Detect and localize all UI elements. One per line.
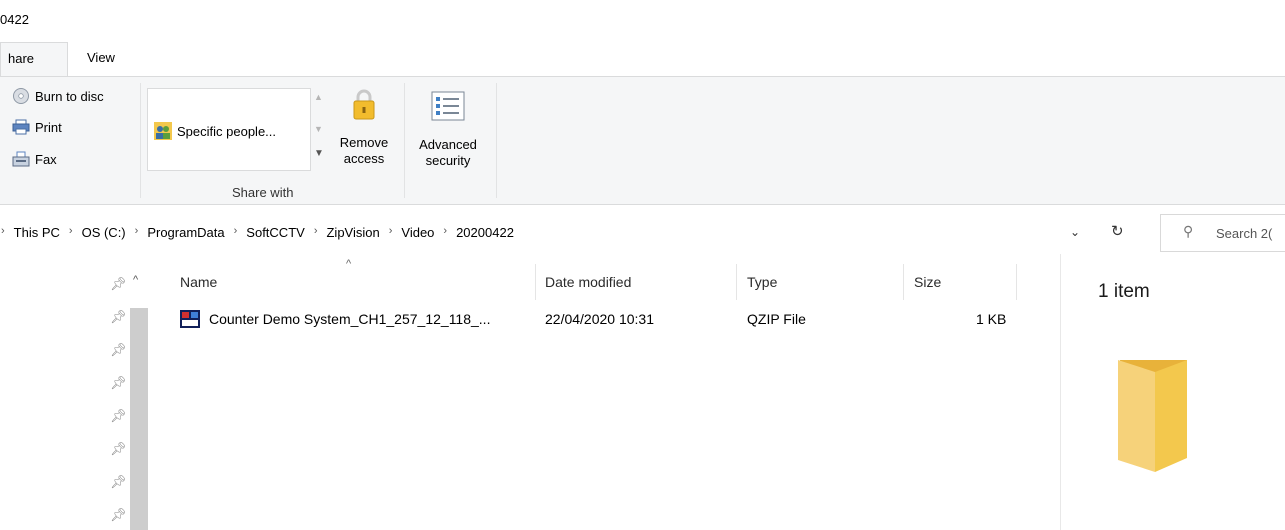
remove-access-line2: access bbox=[343, 151, 385, 166]
chevron-right-icon[interactable]: › bbox=[1, 225, 5, 240]
remove-access-button[interactable]: Remove access bbox=[333, 87, 395, 167]
navigation-pane: 📌︎ ^ 📌︎ 📌︎ 📌︎ 📌︎ 📌︎ 📌︎ 📌︎ bbox=[0, 254, 150, 530]
lock-icon bbox=[353, 89, 375, 120]
details-pane: 1 item bbox=[1060, 254, 1285, 530]
search-icon: ⚲ bbox=[1183, 223, 1194, 239]
refresh-icon[interactable]: ↻ bbox=[1111, 222, 1124, 240]
sort-up-arrow-icon: ^ bbox=[346, 258, 352, 270]
pin-icon[interactable]: 📌︎ bbox=[110, 342, 127, 358]
print-label: Print bbox=[35, 119, 62, 135]
ribbon-tabs: hare View bbox=[0, 42, 1285, 78]
column-divider[interactable] bbox=[736, 264, 737, 300]
window-title: 0422 bbox=[0, 12, 29, 27]
specific-people-item[interactable]: Specific people... bbox=[154, 122, 276, 140]
tab-view-label: View bbox=[87, 50, 115, 65]
pin-icon[interactable]: 📌︎ bbox=[110, 309, 127, 325]
scroll-up-arrow-icon[interactable]: ^ bbox=[133, 274, 138, 286]
fax-button[interactable]: Fax bbox=[12, 151, 57, 167]
chevron-right-icon[interactable]: › bbox=[389, 225, 393, 240]
file-type: QZIP File bbox=[747, 311, 806, 327]
share-with-group-label: Share with bbox=[232, 185, 294, 200]
pin-icon[interactable]: 📌︎ bbox=[110, 375, 127, 391]
pin-icon[interactable]: 📌︎ bbox=[110, 441, 127, 457]
gallery-more-icon[interactable]: ▼ bbox=[314, 148, 324, 159]
printer-icon bbox=[12, 119, 30, 135]
file-size: 1 KB bbox=[976, 311, 1007, 327]
search-placeholder: Search 2( bbox=[1216, 226, 1273, 241]
disc-icon bbox=[13, 88, 29, 104]
ribbon-separator bbox=[496, 83, 497, 198]
pin-icon[interactable]: 📌︎ bbox=[110, 276, 127, 292]
gallery-down-arrow-icon[interactable]: ▼ bbox=[314, 124, 323, 134]
file-list: ^ Name Date modified Type Size Counter D… bbox=[150, 254, 1060, 530]
print-button[interactable]: Print bbox=[12, 119, 62, 135]
column-header-type[interactable]: Type bbox=[747, 274, 777, 290]
qzip-file-icon bbox=[180, 310, 200, 328]
tab-share-label: hare bbox=[8, 51, 35, 66]
ribbon: Burn to disc Print Fax Specific people..… bbox=[0, 76, 1285, 205]
ribbon-separator bbox=[140, 83, 141, 198]
gallery-up-arrow-icon[interactable]: ▲ bbox=[314, 92, 323, 102]
chevron-right-icon[interactable]: › bbox=[234, 225, 238, 240]
pin-icon[interactable]: 📌︎ bbox=[110, 408, 127, 424]
fax-label: Fax bbox=[35, 151, 57, 167]
file-date: 22/04/2020 10:31 bbox=[545, 311, 654, 327]
burn-to-disc-label: Burn to disc bbox=[35, 88, 104, 104]
fax-icon bbox=[12, 151, 30, 167]
title-bar: 0422 bbox=[0, 0, 1285, 42]
column-header-date[interactable]: Date modified bbox=[545, 274, 631, 290]
chevron-right-icon[interactable]: › bbox=[69, 225, 73, 240]
remove-access-line1: Remove bbox=[339, 135, 389, 150]
item-count: 1 item bbox=[1098, 281, 1150, 302]
folder-icon bbox=[1118, 360, 1187, 472]
pin-icon[interactable]: 📌︎ bbox=[110, 474, 127, 490]
chevron-right-icon[interactable]: › bbox=[135, 225, 139, 240]
column-divider[interactable] bbox=[1016, 264, 1017, 300]
table-row[interactable]: Counter Demo System_CH1_257_12_118_... 2… bbox=[180, 307, 1010, 331]
advanced-security-button[interactable]: Advanced security bbox=[412, 91, 484, 169]
nav-scrollbar[interactable] bbox=[130, 308, 148, 530]
column-header-name[interactable]: Name bbox=[180, 274, 217, 290]
advanced-security-line1: Advanced bbox=[419, 137, 477, 152]
gallery-scroll: ▲ ▼ ▼ bbox=[310, 88, 326, 169]
breadcrumb: › This PC › OS (C:) › ProgramData › Soft… bbox=[0, 225, 514, 240]
column-divider[interactable] bbox=[535, 264, 536, 300]
security-list-icon bbox=[431, 91, 465, 121]
column-divider[interactable] bbox=[903, 264, 904, 300]
tab-share[interactable]: hare bbox=[0, 42, 68, 78]
address-bar: › This PC › OS (C:) › ProgramData › Soft… bbox=[0, 214, 1285, 254]
breadcrumb-item[interactable]: SoftCCTV bbox=[246, 225, 305, 240]
tab-view[interactable]: View bbox=[87, 50, 115, 65]
breadcrumb-item[interactable]: Video bbox=[401, 225, 434, 240]
column-header-size[interactable]: Size bbox=[914, 274, 941, 290]
search-input[interactable]: ⚲ Search 2( bbox=[1160, 214, 1285, 252]
breadcrumb-item[interactable]: This PC bbox=[14, 225, 60, 240]
share-with-gallery: Specific people... bbox=[147, 88, 311, 171]
burn-to-disc-button[interactable]: Burn to disc bbox=[12, 87, 104, 105]
pin-icon[interactable]: 📌︎ bbox=[110, 507, 127, 523]
ribbon-separator bbox=[404, 83, 405, 198]
people-icon bbox=[154, 122, 172, 140]
breadcrumb-item[interactable]: ProgramData bbox=[147, 225, 224, 240]
chevron-right-icon[interactable]: › bbox=[443, 225, 447, 240]
file-name[interactable]: Counter Demo System_CH1_257_12_118_... bbox=[209, 311, 490, 327]
specific-people-label: Specific people... bbox=[177, 123, 277, 139]
breadcrumb-item[interactable]: 20200422 bbox=[456, 225, 514, 240]
breadcrumb-item[interactable]: ZipVision bbox=[326, 225, 379, 240]
chevron-right-icon[interactable]: › bbox=[314, 225, 318, 240]
address-dropdown-icon[interactable]: ⌄ bbox=[1070, 225, 1080, 239]
breadcrumb-item[interactable]: OS (C:) bbox=[82, 225, 126, 240]
advanced-security-line2: security bbox=[425, 153, 471, 168]
